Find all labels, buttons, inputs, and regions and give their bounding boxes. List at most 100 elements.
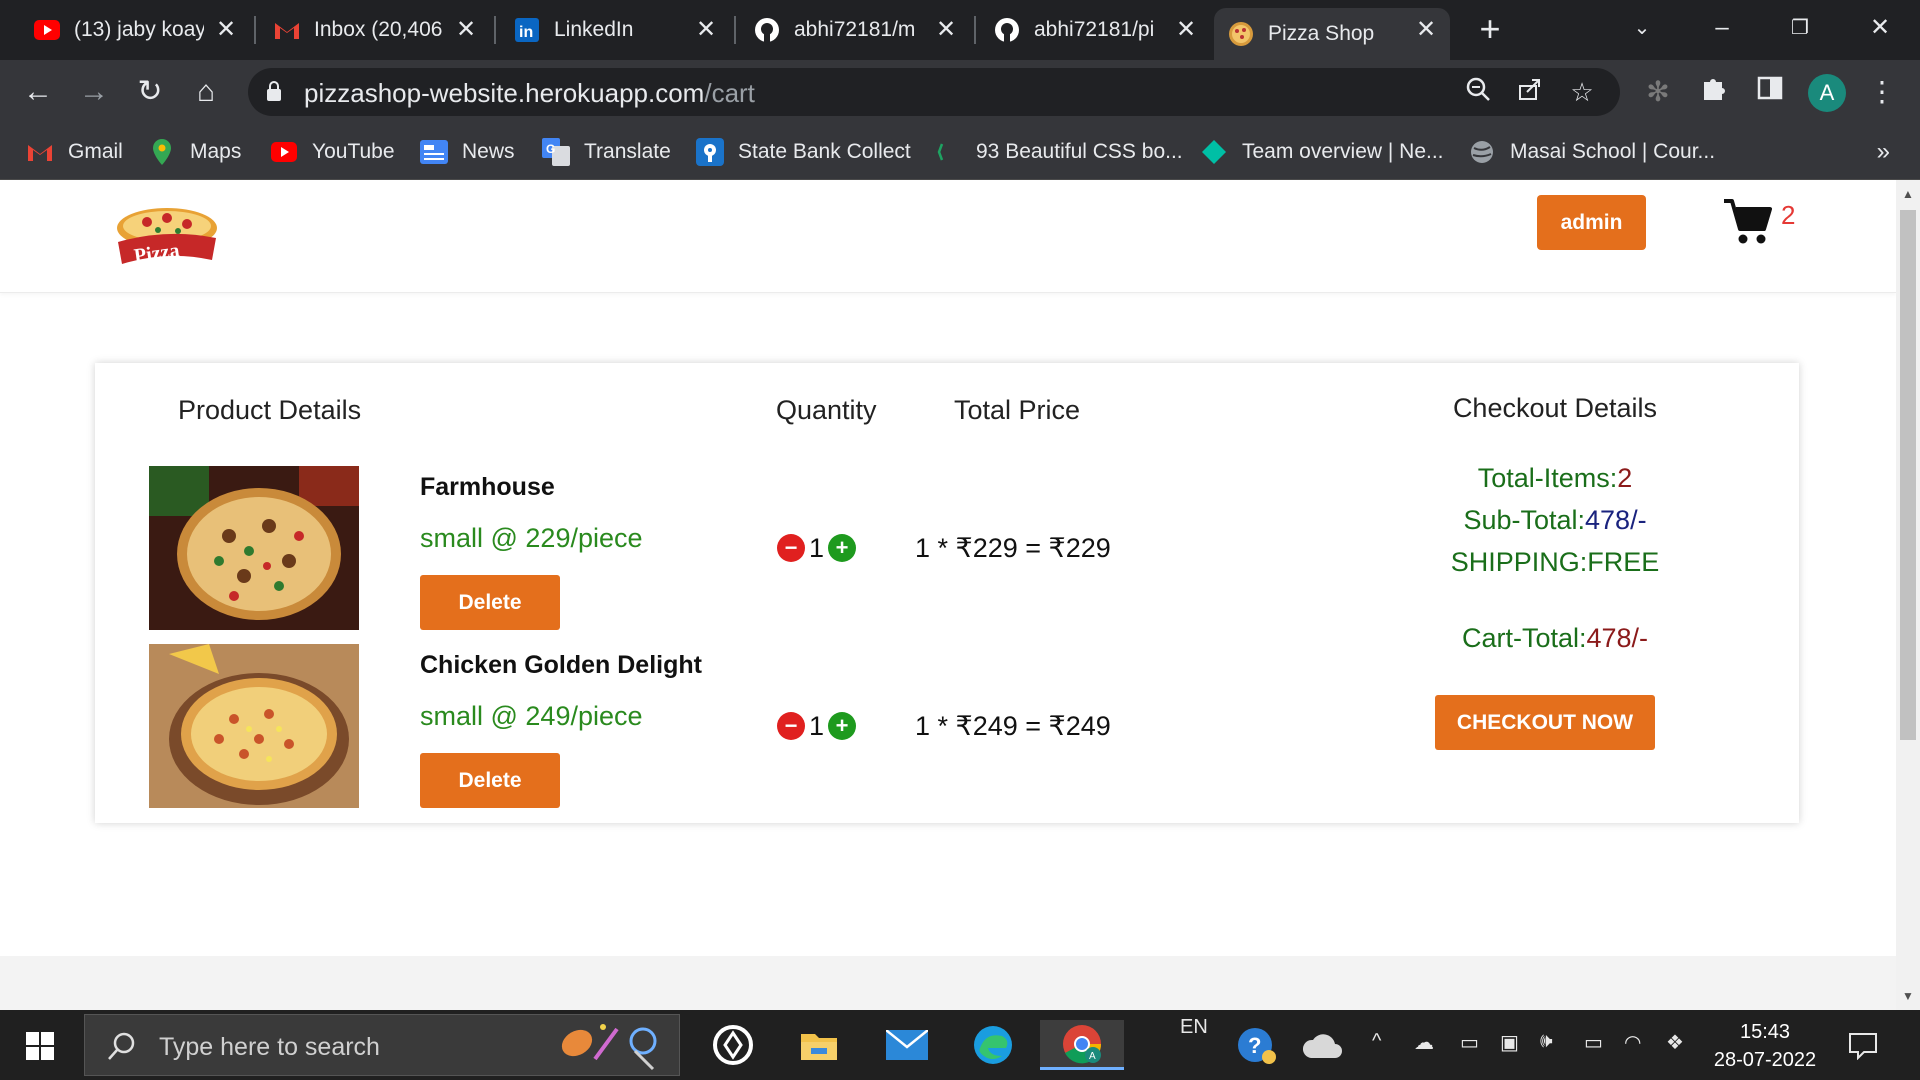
tab-pizza-shop[interactable]: Pizza Shop ✕: [1214, 8, 1450, 60]
extensions-puzzle-icon[interactable]: [1696, 74, 1732, 110]
maximize-icon[interactable]: ❐: [1780, 10, 1820, 46]
decrease-quantity-icon[interactable]: −: [777, 534, 805, 562]
meet-now-icon[interactable]: ▭: [1460, 1030, 1479, 1055]
svg-text:G: G: [546, 142, 555, 156]
shopping-cart-icon[interactable]: [1722, 195, 1774, 247]
pizza-logo[interactable]: Pizza: [112, 198, 222, 272]
zoom-icon[interactable]: [1462, 76, 1494, 108]
bookmark-gmail[interactable]: Gmail: [26, 134, 123, 170]
tab-github-2[interactable]: abhi72181/pi ✕: [980, 8, 1210, 52]
bookmark-news[interactable]: News: [420, 134, 515, 170]
help-icon[interactable]: ?: [1232, 1020, 1282, 1070]
bookmark-css-borders[interactable]: 93 Beautiful CSS bo...: [934, 134, 1183, 170]
browser-toolbar: ← → ↻ ⌂ pizzashop-website.herokuapp.com/…: [0, 60, 1920, 124]
lock-icon: [267, 81, 281, 101]
notification-center-icon[interactable]: [1848, 1030, 1878, 1060]
bookmark-team-overview[interactable]: Team overview | Ne...: [1200, 134, 1444, 170]
decrease-quantity-icon[interactable]: −: [777, 712, 805, 740]
edge-icon[interactable]: [968, 1020, 1018, 1070]
input-language[interactable]: EN: [1180, 1016, 1208, 1039]
back-arrow-icon[interactable]: ←: [18, 72, 58, 112]
minimize-icon[interactable]: –: [1702, 10, 1742, 46]
scroll-down-arrow-icon[interactable]: ▼: [1902, 990, 1914, 1002]
bookmark-maps[interactable]: Maps: [148, 134, 241, 170]
page-footer: [0, 956, 1896, 1010]
page-scrollbar[interactable]: ▲ ▼: [1896, 180, 1920, 1010]
menu-kebab-icon[interactable]: ⋮: [1864, 74, 1900, 110]
onedrive-tray-icon[interactable]: ☁: [1414, 1030, 1434, 1055]
share-icon[interactable]: [1514, 76, 1546, 108]
tab-youtube[interactable]: (13) jaby koay ✕: [20, 8, 250, 52]
tab-title: Pizza Shop: [1268, 22, 1375, 45]
profile-avatar[interactable]: A: [1808, 74, 1846, 112]
tab-gmail[interactable]: Inbox (20,406 ✕: [260, 8, 490, 52]
file-explorer-icon[interactable]: [794, 1020, 844, 1070]
url-host: pizzashop-website.herokuapp.com: [304, 78, 705, 108]
product-image: [149, 466, 359, 630]
tray-chevron-up-icon[interactable]: ^: [1372, 1030, 1381, 1053]
scroll-up-arrow-icon[interactable]: ▲: [1902, 188, 1914, 200]
delete-item-button[interactable]: Delete: [420, 753, 560, 808]
bookmark-youtube[interactable]: YouTube: [270, 134, 395, 170]
checkout-now-button[interactable]: CHECKOUT NOW: [1435, 695, 1655, 750]
product-name: Chicken Golden Delight: [420, 651, 702, 679]
close-icon[interactable]: ✕: [932, 16, 960, 44]
taskbar-search-box[interactable]: Type here to search: [84, 1014, 680, 1076]
onedrive-cloud-icon[interactable]: [1298, 1020, 1348, 1070]
system-clock[interactable]: 15:43 28-07-2022: [1700, 1018, 1830, 1074]
close-icon[interactable]: ✕: [1172, 16, 1200, 44]
tab-search-chevron-icon[interactable]: ⌄: [1622, 10, 1662, 46]
diamond-icon: [1200, 138, 1228, 166]
battery-icon[interactable]: ▭: [1584, 1030, 1603, 1055]
bookmarks-overflow-button[interactable]: »: [1877, 138, 1890, 166]
windows-start-icon[interactable]: [26, 1032, 54, 1060]
increase-quantity-icon[interactable]: +: [828, 534, 857, 562]
display-icon[interactable]: ▣: [1500, 1030, 1519, 1055]
side-panel-icon[interactable]: [1752, 74, 1788, 110]
github-icon: [754, 17, 780, 43]
mail-icon[interactable]: [882, 1020, 932, 1070]
volume-icon[interactable]: 🕪: [1540, 1030, 1553, 1053]
svg-text:A: A: [1089, 1051, 1096, 1062]
dropbox-icon[interactable]: ❖: [1666, 1030, 1684, 1055]
reload-icon[interactable]: ↻: [130, 72, 170, 112]
bookmark-label: Masai School | Cour...: [1510, 140, 1716, 163]
close-icon[interactable]: ✕: [692, 16, 720, 44]
bookmark-state-bank-collect[interactable]: State Bank Collect: [696, 134, 911, 170]
close-icon[interactable]: ✕: [212, 16, 240, 44]
close-icon[interactable]: ✕: [1412, 16, 1440, 44]
bookmark-masai-school[interactable]: Masai School | Cour...: [1468, 134, 1715, 170]
bookmark-translate[interactable]: G Translate: [542, 134, 671, 170]
bookmark-label: Maps: [190, 140, 242, 163]
shipping-line: SHIPPING:FREE: [1450, 547, 1660, 577]
url-text[interactable]: pizzashop-website.herokuapp.com/cart: [304, 78, 755, 109]
quantity-value: 1: [809, 532, 825, 563]
search-highlight-sports-icon: [561, 1024, 657, 1071]
close-icon[interactable]: ✕: [452, 16, 480, 44]
extension-bug-icon[interactable]: ✻: [1640, 74, 1676, 110]
url-path: /cart: [704, 78, 755, 108]
maps-icon: [148, 138, 176, 166]
quantity-stepper: − 1 +: [777, 532, 857, 563]
address-bar[interactable]: pizzashop-website.herokuapp.com/cart ☆: [248, 68, 1620, 116]
product-name: Farmhouse: [420, 473, 555, 501]
scrollbar-thumb[interactable]: [1900, 210, 1916, 740]
delete-item-button[interactable]: Delete: [420, 575, 560, 630]
css-icon: [934, 138, 962, 166]
tab-linkedin[interactable]: in LinkedIn ✕: [500, 8, 730, 52]
chrome-taskbar-icon[interactable]: A: [1040, 1020, 1124, 1070]
window-close-icon[interactable]: ✕: [1860, 10, 1900, 46]
tab-separator: [974, 16, 976, 44]
admin-menu-button[interactable]: admin: [1537, 195, 1646, 250]
bookmark-star-icon[interactable]: ☆: [1566, 76, 1598, 108]
home-icon[interactable]: ⌂: [186, 72, 226, 112]
quantity-stepper: − 1 +: [777, 711, 857, 741]
cortana-icon[interactable]: [708, 1020, 758, 1070]
forward-arrow-icon[interactable]: →: [74, 72, 114, 112]
tab-separator: [254, 16, 256, 44]
subtotal-label: Sub-Total:: [1463, 505, 1586, 535]
new-tab-button[interactable]: +: [1474, 11, 1506, 47]
wifi-icon[interactable]: ◠: [1624, 1030, 1641, 1055]
tab-github-1[interactable]: abhi72181/m ✕: [740, 8, 970, 52]
increase-quantity-icon[interactable]: +: [828, 712, 857, 740]
